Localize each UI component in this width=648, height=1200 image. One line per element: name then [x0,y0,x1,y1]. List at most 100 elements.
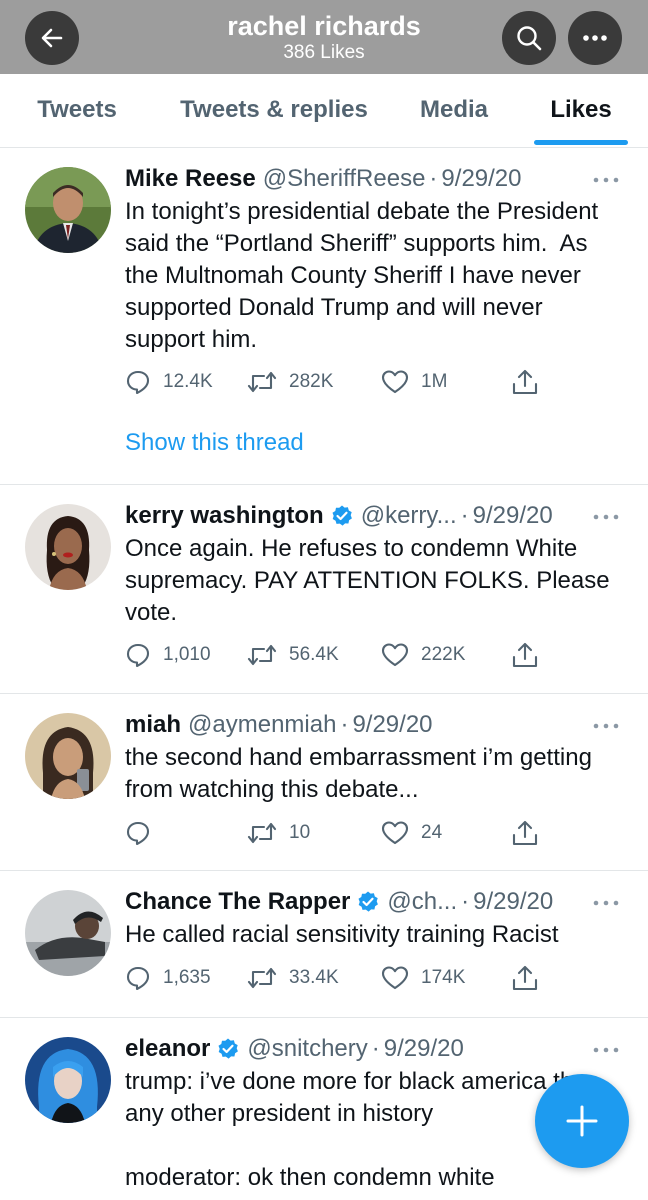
retweet-count: 33.4K [289,967,339,988]
tweet-date[interactable]: 9/29/20 [352,709,432,741]
compose-tweet-button[interactable] [535,1074,629,1168]
reply-button[interactable] [125,818,163,848]
retweet-icon [247,644,277,666]
share-button[interactable] [511,963,539,993]
profile-header: rachel richards 386 Likes [0,0,648,74]
tweet[interactable]: miah @aymenmiah · 9/29/20 the second han… [0,694,648,871]
reply-button[interactable]: 1,635 [125,963,211,993]
tweet-actions: 1,010 56.4K 222K [125,640,545,670]
reply-button[interactable]: 12.4K [125,367,213,397]
more-options-icon[interactable] [592,897,620,909]
reply-count: 12.4K [163,371,213,392]
avatar[interactable] [25,890,111,976]
tweet-text: the second hand embarrassment i’m gettin… [125,744,599,803]
active-tab-indicator [534,140,628,145]
heart-icon [381,370,409,394]
arrow-left-icon [41,28,63,48]
back-button[interactable] [25,11,79,65]
tweet-header: Mike Reese @SheriffReese · 9/29/20 [125,163,522,195]
tweet-date[interactable]: 9/29/20 [473,886,553,918]
share-button[interactable] [511,367,539,397]
share-button[interactable] [511,818,539,848]
tweet[interactable]: kerry washington @kerry... · 9/29/20 Onc… [0,485,648,694]
display-name[interactable]: Chance The Rapper [125,886,350,918]
likes-count: 386 Likes [283,42,365,63]
share-button[interactable] [511,640,539,670]
more-options-icon[interactable] [592,1044,620,1056]
retweet-button[interactable]: 282K [247,367,333,397]
retweet-button[interactable]: 33.4K [247,963,339,993]
tab-tweets[interactable]: Tweets [18,74,136,148]
heart-icon [381,643,409,667]
separator: · [461,888,470,915]
display-name[interactable]: eleanor [125,1033,210,1065]
separator: · [340,711,349,738]
share-icon [512,369,538,395]
like-button[interactable]: 24 [381,818,442,848]
separator: · [371,1035,380,1062]
retweet-count: 282K [289,371,334,392]
search-button[interactable] [502,11,556,65]
retweet-icon [247,371,277,393]
tweet-actions: 12.4K 282K 1M [125,367,545,397]
user-handle[interactable]: @kerry... [361,500,457,532]
profile-name: rachel richards [227,11,421,41]
reply-icon [126,370,150,395]
reply-icon [126,643,150,668]
separator: · [460,502,469,529]
reply-icon [126,966,150,991]
retweet-button[interactable]: 10 [247,818,310,848]
tab-media[interactable]: Media [406,74,502,148]
more-options-icon[interactable] [592,511,620,523]
retweet-count: 56.4K [289,644,339,665]
share-icon [512,642,538,668]
tweet-date[interactable]: 9/29/20 [441,163,521,195]
display-name[interactable]: miah [125,709,181,741]
avatar[interactable] [25,713,111,799]
separator: · [429,165,438,192]
avatar[interactable] [25,167,111,253]
more-options-icon[interactable] [592,720,620,732]
user-handle[interactable]: @aymenmiah [188,709,336,741]
display-name[interactable]: kerry washington [125,500,324,532]
reply-button[interactable]: 1,010 [125,640,211,670]
tab-tweets-replies[interactable]: Tweets & replies [168,74,380,148]
tweet-header: eleanor @snitchery · 9/29/20 [125,1033,464,1065]
user-handle[interactable]: @snitchery [247,1033,367,1065]
user-handle[interactable]: @ch... [387,886,457,918]
more-horizontal-icon [583,35,607,41]
user-handle[interactable]: @SheriffReese [263,163,426,195]
like-button[interactable]: 174K [381,963,465,993]
like-button[interactable]: 1M [381,367,447,397]
like-count: 1M [421,371,448,392]
tweet-date[interactable]: 9/29/20 [384,1033,464,1065]
more-options-icon[interactable] [592,174,620,186]
search-icon [517,26,542,51]
heart-icon [381,966,409,990]
like-button[interactable]: 222K [381,640,465,670]
retweet-icon [247,967,277,989]
reply-count: 1,635 [163,967,211,988]
reply-icon [126,821,150,846]
tweet-header: kerry washington @kerry... · 9/29/20 [125,500,553,532]
tweet-header: Chance The Rapper @ch... · 9/29/20 [125,886,553,918]
tab-likes[interactable]: Likes [534,74,628,148]
avatar[interactable] [25,1037,111,1123]
show-thread-link[interactable]: Show this thread [125,427,304,459]
more-button[interactable] [568,11,622,65]
like-count: 174K [421,967,466,988]
retweet-count: 10 [289,822,311,843]
tweet-date[interactable]: 9/29/20 [473,500,553,532]
retweet-button[interactable]: 56.4K [247,640,339,670]
profile-tabs: Tweets Tweets & replies Media Likes [0,74,648,148]
display-name[interactable]: Mike Reese [125,163,256,195]
tweet[interactable]: Mike Reese @SheriffReese · 9/29/20 In to… [0,148,648,485]
retweet-icon [247,822,277,844]
like-count: 222K [421,644,466,665]
tweet[interactable]: Chance The Rapper @ch... · 9/29/20 He ca… [0,871,648,1018]
reply-count: 1,010 [163,644,211,665]
avatar[interactable] [25,504,111,590]
verified-badge-icon [330,504,354,528]
tweet-actions: 1,635 33.4K 174K [125,963,545,993]
tweet-text: In tonight’s presidential debate the Pre… [125,198,605,353]
